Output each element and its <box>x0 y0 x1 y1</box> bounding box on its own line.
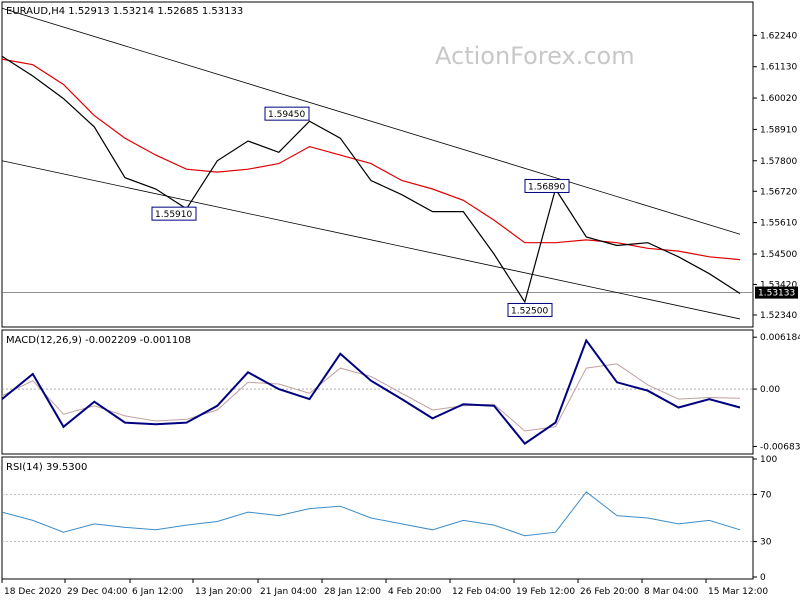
last-price-tag: 1.53133 <box>755 286 798 299</box>
y-tick-label: 1.55610 <box>760 219 797 229</box>
x-tick-label: 6 Jan 12:00 <box>132 587 184 597</box>
macd-y-tick-label: 0.00 <box>760 385 780 395</box>
price-annotation: 1.56890 <box>524 178 570 193</box>
annotation-label: 1.56890 <box>528 182 565 192</box>
macd-y-tick-label: 0.006184 <box>760 333 800 343</box>
rsi-y-tick-label: 0 <box>760 573 766 583</box>
x-tick-label: 26 Feb 20:00 <box>580 587 639 597</box>
x-tick-label: 15 Mar 12:00 <box>708 587 768 597</box>
rsi-y-tick-label: 100 <box>760 455 777 465</box>
rsi-y-tick-label: 30 <box>760 538 772 548</box>
x-tick-label: 18 Dec 2020 <box>4 587 62 597</box>
y-tick-label: 1.56720 <box>760 187 797 197</box>
price-annotation: 1.55910 <box>151 206 197 221</box>
macd-y-tick-label: -0.006837 <box>760 442 800 452</box>
euraud-h4-chart: EURAUD,H4 1.52913 1.53214 1.52685 1.5313… <box>1 1 800 597</box>
price-panel <box>1 1 754 328</box>
y-tick-label: 1.54500 <box>760 250 797 260</box>
macd-header: MACD(12,26,9) -0.002209 -0.001108 <box>6 335 191 346</box>
y-tick-label: 1.60020 <box>760 94 797 104</box>
macd-panel <box>1 329 754 455</box>
x-tick-label: 12 Feb 04:00 <box>452 587 511 597</box>
x-tick-label: 19 Feb 12:00 <box>516 587 575 597</box>
x-tick-label: 29 Dec 04:00 <box>67 587 128 597</box>
last-price-tag-label: 1.53133 <box>758 289 795 299</box>
x-tick-label: 4 Feb 20:00 <box>388 587 442 597</box>
price-annotation: 1.59450 <box>264 106 310 121</box>
price-header: EURAUD,H4 1.52913 1.53214 1.52685 1.5313… <box>6 6 243 17</box>
rsi-header: RSI(14) 39.5300 <box>6 462 87 473</box>
y-tick-label: 1.61130 <box>760 63 797 73</box>
y-tick-label: 1.52340 <box>760 311 797 321</box>
watermark: ActionForex.com <box>435 42 635 70</box>
price-annotation: 1.52500 <box>507 302 553 317</box>
x-tick-label: 21 Jan 04:00 <box>260 587 317 597</box>
y-tick-label: 1.57800 <box>760 157 797 167</box>
y-tick-label: 1.58910 <box>760 125 797 135</box>
annotation-label: 1.52500 <box>511 306 548 316</box>
annotation-label: 1.55910 <box>155 210 192 220</box>
x-tick-label: 28 Jan 12:00 <box>324 587 381 597</box>
rsi-panel <box>1 456 754 580</box>
x-tick-label: 8 Mar 04:00 <box>644 587 699 597</box>
y-tick-label: 1.62240 <box>760 31 797 41</box>
rsi-y-tick-label: 70 <box>760 490 772 500</box>
x-tick-label: 13 Jan 20:00 <box>195 587 252 597</box>
annotation-label: 1.59450 <box>268 110 305 120</box>
